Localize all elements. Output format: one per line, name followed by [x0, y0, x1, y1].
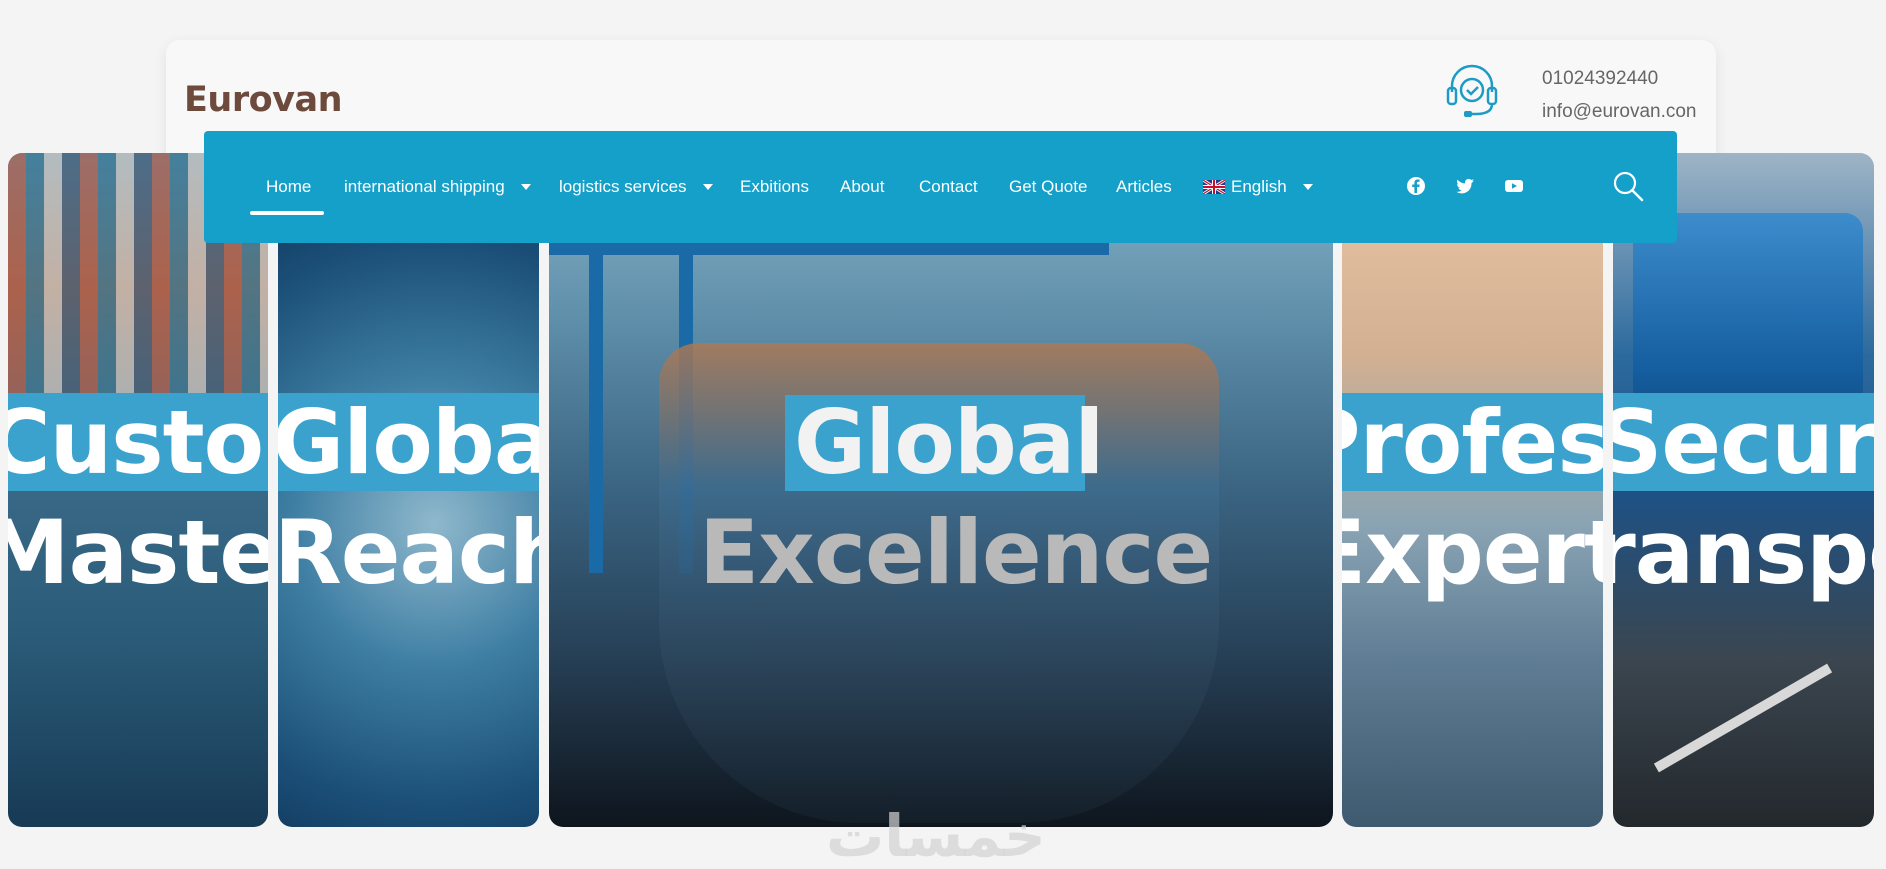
slide-title-line2: Expertis: [1342, 501, 1603, 604]
nav-language[interactable]: English: [1203, 177, 1313, 197]
crane-decoration: [549, 243, 1109, 255]
road-decoration: [1653, 663, 1833, 773]
nav-contact[interactable]: Contact: [919, 177, 978, 197]
slide-panel-2[interactable]: Global Reach: [278, 153, 539, 827]
caret-down-icon: [1302, 184, 1313, 190]
nav-articles[interactable]: Articles: [1116, 177, 1172, 197]
youtube-icon[interactable]: [1503, 175, 1525, 197]
nav-about[interactable]: About: [840, 177, 884, 197]
caret-down-icon: [520, 184, 531, 190]
slide-title-line2: Excellence: [699, 501, 1213, 604]
active-indicator: [250, 211, 324, 215]
caret-down-icon: [702, 184, 713, 190]
slide-panel-3-active[interactable]: Global Excellence: [549, 153, 1333, 827]
nav-logistics-services[interactable]: logistics services: [559, 177, 713, 197]
slide-title-line1: Global: [794, 391, 1104, 494]
contact-info: 01024392440 info@eurovan.con: [1542, 62, 1697, 128]
twitter-icon[interactable]: [1454, 175, 1476, 197]
slide-title-line1: Secure: [1613, 391, 1874, 494]
headset-check-icon: [1446, 64, 1498, 117]
slide-title-line2: Reach: [278, 501, 539, 604]
slide-title-line2: Master: [8, 501, 268, 604]
watermark: خمسات: [826, 802, 1046, 869]
slide-title-line2: Transpo: [1613, 501, 1874, 604]
nav-exbitions[interactable]: Exbitions: [740, 177, 809, 197]
facebook-icon[interactable]: [1405, 175, 1427, 197]
nav-home[interactable]: Home: [266, 177, 311, 197]
slide-panel-1[interactable]: Custom Master: [8, 153, 268, 827]
search-icon[interactable]: [1611, 169, 1645, 203]
nav-international-shipping[interactable]: international shipping: [344, 177, 531, 197]
phone-number[interactable]: 01024392440: [1542, 62, 1697, 95]
nav-get-quote[interactable]: Get Quote: [1009, 177, 1087, 197]
slide-title-line1: Global: [278, 391, 539, 494]
slide-title-line1: Professio: [1342, 391, 1603, 494]
email-address[interactable]: info@eurovan.con: [1542, 95, 1697, 128]
slide-panel-4[interactable]: Professio Expertis: [1342, 153, 1603, 827]
slide-title-line1: Custom: [8, 391, 268, 494]
site-logo[interactable]: Eurovan: [184, 80, 342, 120]
crane-decoration: [589, 233, 603, 573]
uk-flag-icon: [1203, 180, 1225, 194]
slide-panel-5[interactable]: Secure Transpo: [1613, 153, 1874, 827]
main-nav: Home international shipping logistics se…: [204, 131, 1677, 243]
